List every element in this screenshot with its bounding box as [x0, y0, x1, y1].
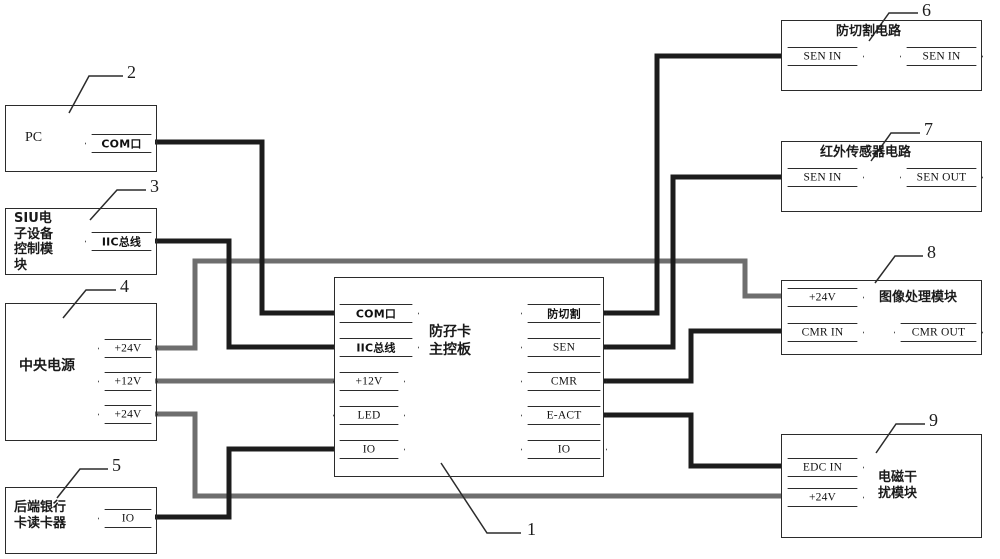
port-mainboard-eact[interactable]: E-ACT: [521, 406, 607, 425]
port-mainboard-eact-label: E-ACT: [546, 409, 582, 421]
port-mainboard-io-right-label: IO: [557, 443, 571, 455]
port-mainboard-12v[interactable]: +12V: [333, 372, 405, 391]
block-emi-module[interactable]: 电磁干 扰模块 EDC IN +24V: [781, 434, 982, 538]
block-ir-sensor-circuit[interactable]: 红外传感器电路 SEN IN SEN OUT: [781, 141, 982, 212]
block-card-reader[interactable]: 后端银行 卡读卡器 IO: [5, 487, 157, 554]
wire-cardreader-to-mainboard-io: [155, 446, 334, 520]
port-mainboard-io-right[interactable]: IO: [521, 440, 607, 459]
port-emi-module-24v[interactable]: +24V: [781, 488, 864, 507]
port-image-module-cmr-in-label: CMR IN: [801, 326, 844, 338]
port-card-reader-io[interactable]: IO: [98, 509, 158, 528]
block-central-power-title: 中央电源: [19, 358, 75, 374]
port-anticut-sen-in-right-label: SEN IN: [922, 50, 961, 62]
port-siu-iic[interactable]: IIC总线: [85, 232, 158, 251]
port-emi-module-edc-in[interactable]: EDC IN: [781, 458, 864, 477]
port-image-module-cmr-out-label: CMR OUT: [911, 326, 966, 338]
wire-mainboard-to-emi-eact: [604, 412, 781, 469]
port-image-module-cmr-in[interactable]: CMR IN: [781, 323, 864, 342]
port-card-reader-io-label: IO: [121, 512, 135, 524]
reference-number-1: 1: [527, 519, 536, 539]
reference-number-2: 2: [127, 62, 136, 82]
block-card-reader-title: 后端银行 卡读卡器: [14, 500, 67, 531]
port-mainboard-12v-label: +12V: [355, 375, 383, 387]
block-central-power[interactable]: 中央电源 +24V +12V +24V: [5, 303, 157, 441]
port-central-power-24v-bottom[interactable]: +24V: [98, 405, 158, 424]
block-main-board[interactable]: 防孖卡 主控板 COM口 IIC总线 +12V LED IO 防切割 SEN C…: [334, 277, 604, 477]
wire-mainboard-to-image-cmr: [604, 328, 781, 384]
port-central-power-24v-top[interactable]: +24V: [98, 339, 158, 358]
wire-mainboard-to-irsensor: [604, 174, 781, 350]
wire-siu-to-mainboard-iic: [155, 238, 334, 350]
port-mainboard-cmr[interactable]: CMR: [521, 372, 607, 391]
port-irsensor-sen-in[interactable]: SEN IN: [781, 168, 864, 187]
block-image-module[interactable]: 图像处理模块 +24V CMR IN CMR OUT: [781, 280, 982, 355]
port-central-power-24v-bottom-label: +24V: [114, 408, 142, 420]
reference-number-5: 5: [112, 455, 121, 475]
reference-number-9: 9: [929, 410, 938, 430]
wire-mainboard-to-anticut: [604, 53, 781, 316]
block-siu[interactable]: SIU电 子设备 控制模 块 IIC总线: [5, 208, 157, 275]
port-pc-com[interactable]: COM口: [85, 134, 158, 153]
port-mainboard-io-label: IO: [362, 443, 376, 455]
port-mainboard-io[interactable]: IO: [333, 440, 405, 459]
reference-number-7: 7: [924, 119, 933, 139]
port-irsensor-sen-in-label: SEN IN: [803, 171, 842, 183]
port-image-module-24v[interactable]: +24V: [781, 288, 864, 307]
reference-number-8: 8: [927, 242, 936, 262]
block-ir-sensor-circuit-title: 红外传感器电路: [820, 145, 912, 160]
port-pc-com-label: COM口: [101, 137, 142, 150]
port-central-power-12v[interactable]: +12V: [98, 372, 158, 391]
port-central-power-12v-label: +12V: [114, 375, 142, 387]
reference-number-3: 3: [150, 176, 159, 196]
port-anticut-sen-in-left-label: SEN IN: [803, 50, 842, 62]
reference-number-6: 6: [922, 0, 931, 20]
port-mainboard-sen-label: SEN: [552, 341, 576, 353]
port-irsensor-sen-out-label: SEN OUT: [916, 171, 967, 183]
wire-pc-to-mainboard-com: [155, 139, 334, 316]
port-irsensor-sen-out[interactable]: SEN OUT: [900, 168, 983, 187]
block-image-module-title: 图像处理模块: [879, 290, 958, 305]
port-siu-iic-label: IIC总线: [101, 235, 142, 248]
port-mainboard-led[interactable]: LED: [333, 406, 405, 425]
port-mainboard-iic-label: IIC总线: [356, 341, 396, 354]
port-mainboard-sen[interactable]: SEN: [521, 338, 607, 357]
port-mainboard-anticut[interactable]: 防切割: [521, 304, 607, 323]
block-emi-module-title: 电磁干 扰模块: [878, 470, 918, 501]
port-mainboard-cmr-label: CMR: [550, 375, 578, 387]
port-mainboard-iic[interactable]: IIC总线: [333, 338, 419, 357]
port-mainboard-com-label: COM口: [355, 307, 397, 320]
port-image-module-cmr-out[interactable]: CMR OUT: [894, 323, 983, 342]
leader-line-8: [874, 255, 923, 284]
port-emi-module-24v-label: +24V: [808, 491, 837, 503]
block-main-board-title: 防孖卡 主控板: [429, 324, 471, 358]
port-anticut-sen-in-right[interactable]: SEN IN: [900, 47, 983, 66]
block-siu-title: SIU电 子设备 控制模 块: [14, 211, 54, 273]
port-central-power-24v-top-label: +24V: [114, 342, 142, 354]
port-mainboard-com[interactable]: COM口: [333, 304, 419, 323]
block-pc-title: PC: [25, 130, 43, 145]
block-anti-cut-circuit-title: 防切割电路: [836, 24, 902, 39]
port-image-module-24v-label: +24V: [808, 291, 837, 303]
block-anti-cut-circuit[interactable]: 防切割电路 SEN IN SEN IN: [781, 20, 982, 91]
diagram-canvas: 1 2 3 4 5 6 7 8 9 PC COM口 SIU电 子设备 控制模 块…: [0, 0, 1000, 559]
port-anticut-sen-in-left[interactable]: SEN IN: [781, 47, 864, 66]
block-pc[interactable]: PC COM口: [5, 105, 157, 172]
port-mainboard-anticut-label: 防切割: [547, 307, 581, 320]
reference-number-4: 4: [120, 276, 129, 296]
port-mainboard-led-label: LED: [357, 409, 381, 421]
port-emi-module-edc-in-label: EDC IN: [802, 461, 843, 473]
